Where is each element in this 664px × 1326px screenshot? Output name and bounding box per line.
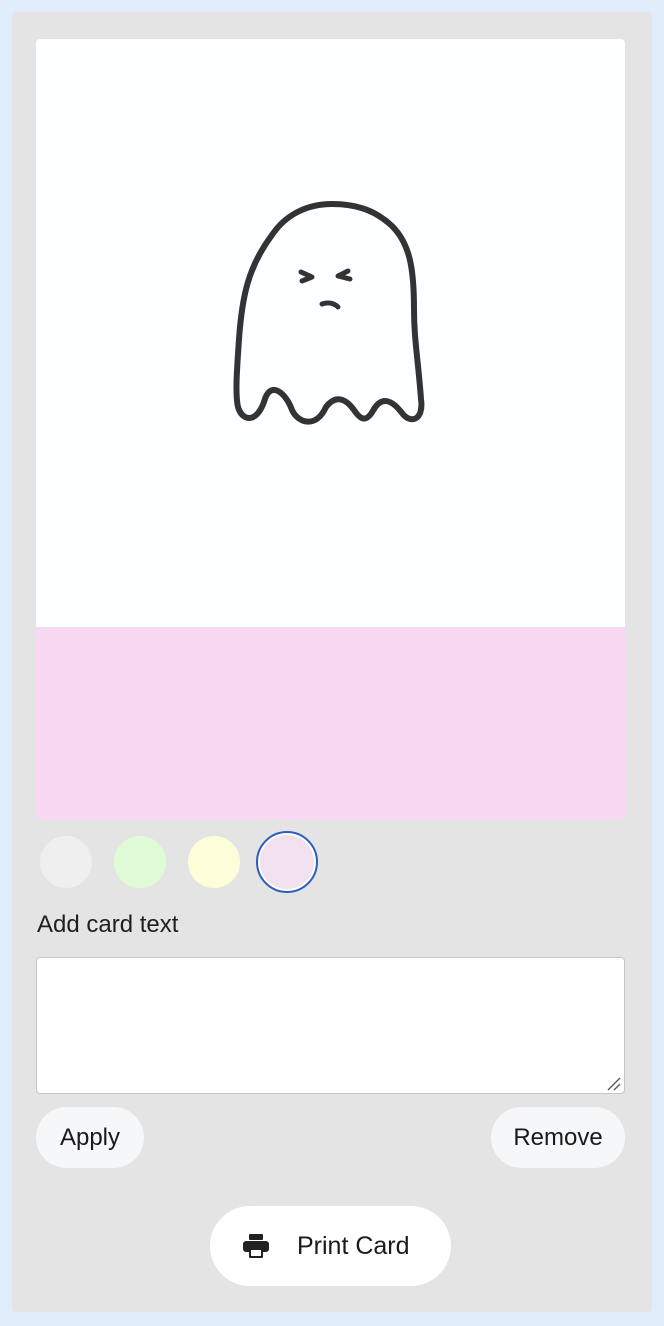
swatch-light-gray[interactable] bbox=[38, 834, 94, 890]
card-text-input[interactable] bbox=[36, 957, 625, 1094]
apply-button[interactable]: Apply bbox=[36, 1107, 144, 1168]
printer-icon bbox=[243, 1234, 269, 1258]
card-image-area bbox=[36, 39, 625, 627]
swatch-light-pink[interactable] bbox=[256, 831, 318, 893]
ghost-icon bbox=[233, 201, 425, 425]
card-preview bbox=[36, 39, 625, 819]
swatch-light-green[interactable] bbox=[112, 834, 168, 890]
resize-grip-icon[interactable] bbox=[605, 1075, 621, 1091]
swatch-light-yellow[interactable] bbox=[186, 834, 242, 890]
card-text-area bbox=[36, 627, 625, 819]
card-text-label: Add card text bbox=[37, 911, 179, 938]
card-editor-panel: Add card text Apply Remove Print Card bbox=[12, 12, 652, 1312]
remove-button[interactable]: Remove bbox=[491, 1107, 625, 1168]
print-card-label: Print Card bbox=[297, 1232, 410, 1260]
print-card-button[interactable]: Print Card bbox=[210, 1206, 451, 1286]
